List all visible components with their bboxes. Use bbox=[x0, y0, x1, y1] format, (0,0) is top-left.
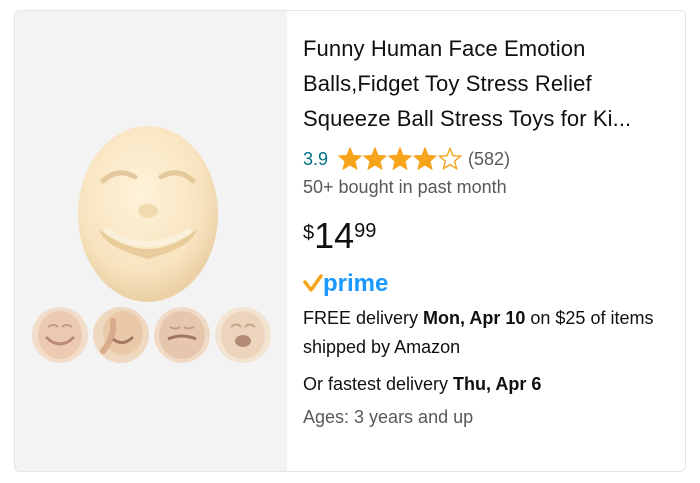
bought-in-past-month: 50+ bought in past month bbox=[303, 177, 507, 197]
prime-logo-icon: prime bbox=[303, 270, 388, 297]
product-main-image[interactable] bbox=[73, 119, 223, 305]
star-icon bbox=[363, 147, 388, 171]
product-media[interactable] bbox=[15, 11, 287, 471]
age-range: Ages: 3 years and up bbox=[303, 407, 474, 427]
review-count[interactable]: (582) bbox=[468, 149, 510, 170]
price: $ 14 99 bbox=[303, 216, 673, 258]
rating-value[interactable]: 3.9 bbox=[303, 149, 328, 170]
prime-label: prime bbox=[323, 270, 388, 297]
thumbnail-strip bbox=[32, 307, 271, 363]
fastest-date: Thu, Apr 6 bbox=[453, 374, 542, 394]
fastest-delivery: Or fastest delivery Thu, Apr 6 bbox=[303, 370, 673, 399]
product-title[interactable]: Funny Human Face Emotion Balls,Fidget To… bbox=[303, 31, 673, 136]
delivery-date: Mon, Apr 10 bbox=[423, 308, 526, 328]
product-card[interactable]: Funny Human Face Emotion Balls,Fidget To… bbox=[14, 10, 686, 472]
thumbnail-2[interactable] bbox=[93, 307, 149, 363]
thumbnail-3[interactable] bbox=[154, 307, 210, 363]
fastest-prefix: Or fastest delivery bbox=[303, 374, 454, 394]
product-info: Funny Human Face Emotion Balls,Fidget To… bbox=[303, 31, 673, 428]
star-icon bbox=[413, 147, 438, 171]
star-rating[interactable] bbox=[338, 147, 463, 171]
free-delivery: FREE delivery Mon, Apr 10 on $25 of item… bbox=[303, 304, 673, 362]
delivery-prefix: FREE delivery bbox=[303, 308, 424, 328]
thumbnail-1[interactable] bbox=[32, 307, 88, 363]
price-fraction: 99 bbox=[354, 220, 377, 242]
star-icon bbox=[388, 147, 413, 171]
rating-row: 3.9 (582) bbox=[303, 146, 673, 172]
price-symbol: $ bbox=[303, 222, 315, 244]
prime-badge: prime bbox=[303, 270, 673, 298]
star-icon bbox=[338, 147, 363, 171]
thumbnail-4[interactable] bbox=[215, 307, 271, 363]
price-whole: 14 bbox=[314, 215, 355, 256]
star-icon bbox=[438, 147, 463, 171]
